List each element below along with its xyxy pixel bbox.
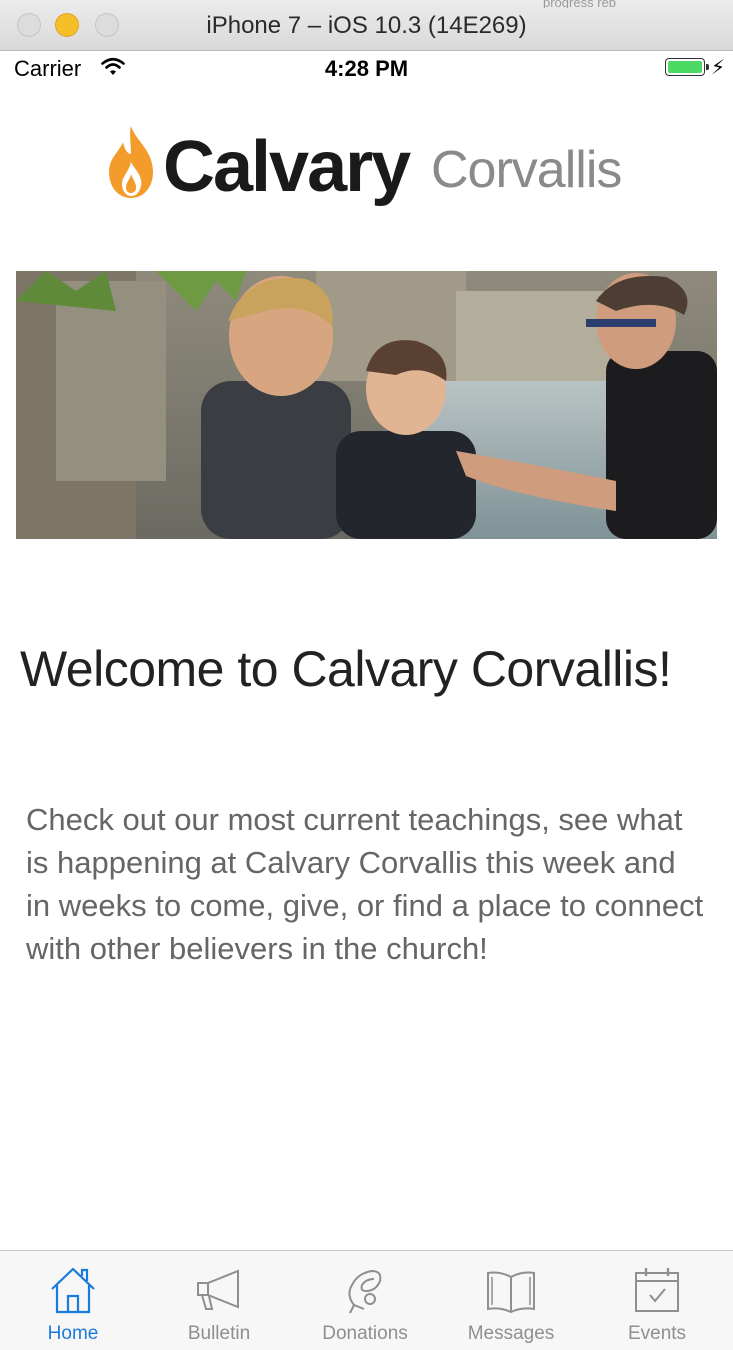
book-icon	[487, 1271, 535, 1314]
donation-hand-icon	[348, 1269, 382, 1314]
status-bar: Carrier 4:28 PM ⚡	[0, 50, 733, 86]
tab-bulletin[interactable]: Bulletin	[146, 1251, 292, 1350]
window-title: iPhone 7 – iOS 10.3 (14E269)	[206, 12, 527, 39]
tab-messages[interactable]: Messages	[438, 1251, 584, 1350]
intro-paragraph: Check out our most current teachings, se…	[26, 802, 704, 966]
tab-label: Bulletin	[187, 1323, 251, 1344]
home-icon	[51, 1267, 95, 1314]
flame-icon	[109, 126, 153, 198]
tab-label: Messages	[467, 1323, 555, 1344]
welcome-heading: Welcome to Calvary Corvallis!	[20, 641, 672, 697]
tab-home[interactable]: Home	[0, 1251, 146, 1350]
battery-icon	[665, 58, 709, 76]
church-logo: Calvary Corvallis	[105, 120, 645, 220]
tab-events[interactable]: Events	[584, 1251, 730, 1350]
megaphone-icon	[197, 1269, 239, 1310]
hero-photo	[16, 271, 717, 539]
calendar-icon	[635, 1268, 679, 1312]
charging-icon: ⚡	[710, 57, 725, 79]
tab-label: Events	[627, 1323, 687, 1344]
status-time: 4:28 PM	[324, 56, 409, 81]
background-window-text: progress reb	[543, 0, 616, 8]
tab-bar: Home Bulletin Donations Messages Events	[0, 1250, 733, 1350]
simulator-window: iPhone 7 – iOS 10.3 (14E269) progress re…	[0, 0, 733, 1350]
tab-label: Donations	[322, 1323, 408, 1344]
logo-wordmark-sub: Corvallis	[431, 141, 622, 199]
tab-donations[interactable]: Donations	[292, 1251, 438, 1350]
logo-wordmark-main: Calvary	[163, 127, 411, 207]
tab-label: Home	[47, 1323, 99, 1344]
window-titlebar: iPhone 7 – iOS 10.3 (14E269) progress re…	[0, 0, 733, 51]
